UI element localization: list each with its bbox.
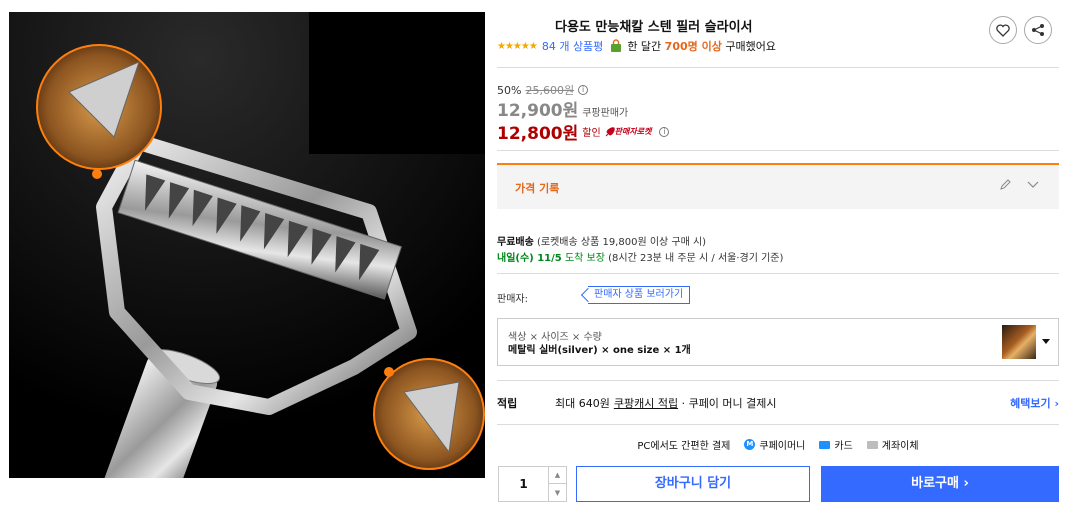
chevron-down-icon[interactable] — [1027, 181, 1039, 189]
divider — [497, 424, 1059, 425]
product-title: 다용도 만능채칼 스텐 필러 슬라이서 — [555, 20, 753, 35]
divider — [497, 67, 1059, 68]
sale-price: 12,800원 — [497, 124, 579, 144]
quantity-up-icon[interactable]: ▲ — [549, 467, 566, 484]
pencil-icon[interactable] — [999, 179, 1011, 191]
price-history-tools — [999, 179, 1039, 191]
quantity-stepper[interactable]: 1 ▲ ▼ — [498, 466, 567, 502]
cashback-label: 적립 — [497, 397, 518, 410]
coupang-price: 12,900원 — [497, 101, 579, 121]
payment-methods-row: PC에서도 간편한 결제 M 쿠페이머니 카드 계좌이체 — [497, 437, 1059, 452]
discount-rate: 50% — [497, 83, 522, 97]
coupang-price-label: 쿠팡판매가 — [582, 108, 629, 119]
product-info-panel: 다용도 만능채칼 스텐 필러 슬라이서 ★★★★★ 84 개 상품평 한 달간 … — [497, 0, 1062, 509]
free-shipping-detail: (로켓배송 상품 19,800원 이상 구매 시) — [537, 237, 707, 248]
buy-now-button[interactable]: 바로구매 › — [821, 466, 1059, 502]
divider — [497, 273, 1059, 274]
add-to-cart-button[interactable]: 장바구니 담기 — [576, 466, 810, 502]
share-button[interactable] — [1024, 16, 1052, 44]
cashback-suffix: · 쿠페이 머니 결제시 — [681, 397, 777, 410]
sale-price-row: 12,800원 할인 판매자로켓 i — [497, 119, 670, 144]
quantity-down-icon[interactable]: ▼ — [549, 484, 566, 501]
share-icon — [1032, 24, 1044, 36]
arrival-detail: (8시간 23분 내 주문 시 / 서울⋅경기 기준) — [608, 253, 784, 264]
free-shipping-row: 무료배송 (로켓배송 상품 19,800원 이상 구매 시) — [497, 233, 706, 248]
option-value: 메탈릭 실버(silver) × one size × 1개 — [508, 345, 691, 356]
payment-bank: 계좌이체 — [881, 441, 919, 452]
cashback-link[interactable]: 쿠팡캐시 적립 — [614, 395, 678, 411]
info-icon[interactable]: i — [578, 85, 589, 95]
seller-label: 판매자: — [497, 294, 528, 305]
benefits-link[interactable]: 혜택보기 › — [1010, 395, 1059, 411]
free-shipping-label: 무료배송 — [497, 237, 534, 248]
rating-row: ★★★★★ 84 개 상품평 한 달간 700명 이상 구매했어요 — [497, 38, 776, 54]
wishlist-button[interactable] — [989, 16, 1017, 44]
bank-transfer-icon — [866, 440, 878, 449]
star-rating: ★★★★★ — [497, 40, 538, 52]
option-thumbnail — [1002, 325, 1036, 359]
coupay-money-icon: M — [744, 439, 756, 450]
rocket-icon — [605, 126, 615, 136]
peeler-illustration — [9, 12, 485, 478]
divider — [497, 150, 1059, 151]
coupang-price-row: 12,900원 쿠팡판매가 — [497, 96, 628, 121]
price-history-label: 가격 기록 — [515, 182, 560, 195]
purchase-suffix: 구매했어요 — [725, 40, 776, 53]
purchase-count: 700명 이상 — [664, 40, 722, 53]
info-icon[interactable]: i — [659, 126, 670, 137]
arrival-guarantee: 도착 보장 — [564, 253, 605, 264]
rocket-label: 판매자로켓 — [614, 127, 652, 136]
sale-label: 할인 — [582, 128, 601, 139]
arrival-date: 내일(수) 11/5 — [497, 253, 562, 264]
quantity-spinner: ▲ ▼ — [548, 467, 566, 501]
cashback-text: 최대 640원 — [555, 397, 610, 410]
quantity-value[interactable]: 1 — [499, 467, 548, 501]
payment-money: 쿠페이머니 — [759, 441, 806, 452]
card-icon — [819, 440, 831, 449]
divider — [497, 380, 1059, 381]
heart-icon — [996, 23, 1010, 37]
shopping-bag-icon — [609, 39, 623, 53]
payment-card: 카드 — [834, 441, 853, 452]
purchase-prefix: 한 달간 — [627, 40, 662, 53]
option-selector[interactable]: 색상 × 사이즈 × 수량 메탈릭 실버(silver) × one size … — [497, 318, 1059, 366]
cashback-row: 적립 최대 640원 쿠팡캐시 적립 · 쿠페이 머니 결제시 혜택보기 › — [497, 395, 1059, 411]
seller-rocket-badge: 판매자로켓 — [605, 126, 652, 137]
payment-prefix: PC에서도 간편한 결제 — [637, 441, 731, 452]
review-count-link[interactable]: 84 개 상품평 — [542, 38, 603, 54]
arrival-row: 내일(수) 11/5 도착 보장 (8시간 23분 내 주문 시 / 서울⋅경기… — [497, 249, 783, 264]
caret-down-icon — [1042, 339, 1050, 344]
price-history-panel[interactable]: 가격 기록 — [497, 163, 1059, 209]
product-image — [9, 12, 485, 478]
seller-products-link[interactable]: 판매자 상품 보러가기 — [588, 286, 691, 304]
